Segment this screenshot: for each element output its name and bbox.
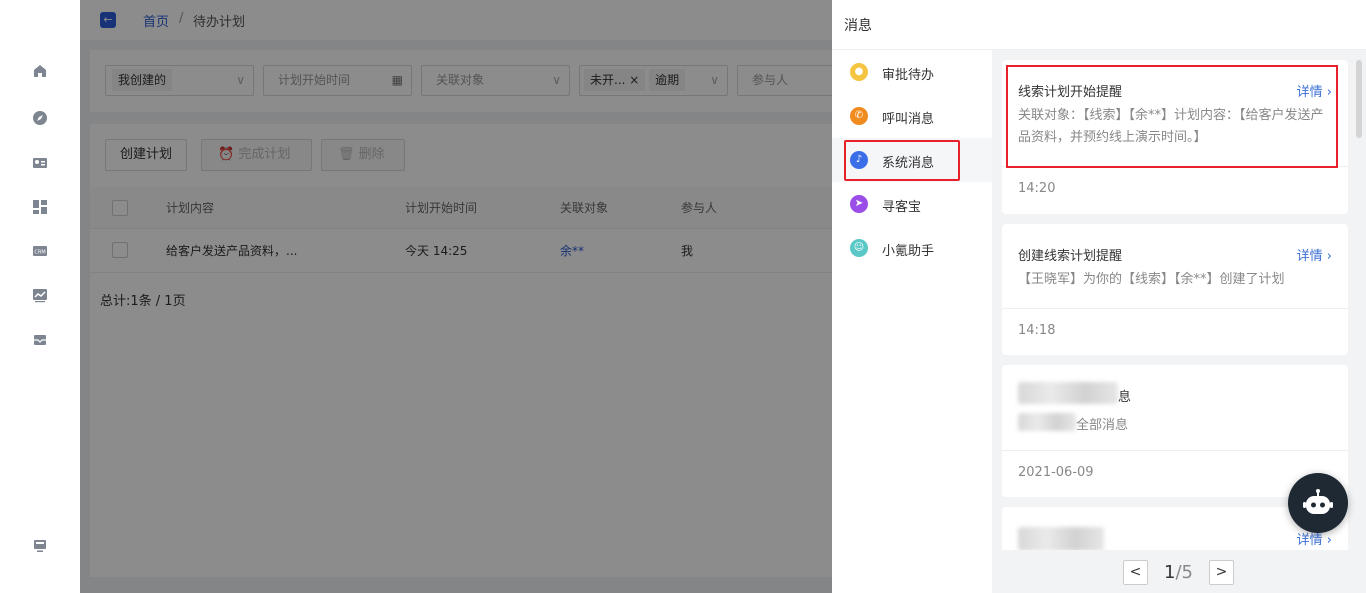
monitor-icon[interactable]	[32, 538, 48, 554]
breadcrumb-separator: /	[179, 11, 184, 26]
contact-card-icon[interactable]	[32, 155, 48, 171]
chart-icon[interactable]	[32, 287, 48, 303]
participants-placeholder: 参与人	[752, 73, 789, 87]
status-tag-not-started: 未开... ×	[584, 69, 646, 91]
delete-button[interactable]: 🗑 删除	[321, 139, 405, 171]
top-bar: ← 首页 / 待办计划	[80, 0, 832, 40]
back-arrow-icon[interactable]: ←	[100, 12, 116, 28]
compass-icon: ➤	[850, 195, 868, 213]
select-all-checkbox[interactable]	[112, 200, 128, 216]
alarm-clock-icon: ⏰	[218, 147, 235, 162]
left-nav: CRM	[0, 0, 80, 593]
svg-text:CRM: CRM	[34, 250, 45, 256]
page-indicator: 1/5	[1164, 562, 1193, 583]
create-plan-button[interactable]: 创建计划	[105, 139, 188, 171]
header-participants: 参与人	[681, 201, 718, 215]
table-total: 总计:1条 / 1页	[100, 294, 186, 309]
prev-page-button[interactable]: <	[1123, 560, 1148, 585]
row-content[interactable]: 给客户发送产品资料，...	[166, 229, 297, 273]
category-approval[interactable]: ● 审批待办	[832, 50, 992, 94]
message-card[interactable]: 息 全部消息 2021-06-09	[1002, 365, 1348, 497]
filter-bar: 我创建的 ∨ 计划开始时间 ▦ 关联对象 ∨ 未开... × 逾期 ∨ 参与人	[90, 50, 832, 112]
plan-list-panel: 创建计划 ⏰ 完成计划 🗑 删除 计划内容 计划开始时间 关联对象 参与人 给客…	[90, 124, 832, 577]
row-start-time: 今天 14:25	[405, 244, 468, 258]
robot-assistant-button[interactable]	[1288, 473, 1348, 533]
row-related-link[interactable]: 余**	[560, 229, 584, 273]
message-title-suffix: 息	[1118, 390, 1132, 405]
category-xunkebao[interactable]: ➤ 寻客宝	[832, 182, 992, 226]
row-checkbox[interactable]	[112, 242, 128, 258]
start-time-picker[interactable]: 计划开始时间 ▦	[263, 65, 412, 96]
home-icon[interactable]	[32, 63, 48, 79]
robot-icon: ☺	[850, 239, 868, 257]
related-object-placeholder: 关联对象	[436, 73, 485, 87]
close-icon[interactable]: ×	[629, 73, 639, 87]
table-header: 计划内容 计划开始时间 关联对象 参与人	[90, 187, 832, 229]
trash-icon: 🗑	[338, 147, 355, 162]
participants-select[interactable]: 参与人	[737, 65, 832, 96]
pagination: < 1/5 >	[992, 550, 1366, 593]
header-start-time: 计划开始时间	[405, 201, 478, 215]
calendar-icon: ▦	[391, 73, 403, 87]
chevron-down-icon: ∨	[710, 73, 719, 87]
blurred-text	[1018, 413, 1076, 431]
start-time-placeholder: 计划开始时间	[278, 73, 351, 87]
creator-select-value: 我创建的	[112, 69, 173, 91]
row-participant: 我	[681, 244, 694, 258]
crm-icon[interactable]: CRM	[32, 243, 48, 259]
message-title: 创建线索计划提醒	[1018, 249, 1123, 264]
blurred-text	[1018, 382, 1118, 404]
mail-icon[interactable]	[32, 332, 48, 348]
scrollbar[interactable]	[1356, 60, 1362, 138]
detail-link[interactable]: 详情 ›	[1297, 245, 1332, 264]
category-assistant[interactable]: ☺ 小氪助手	[832, 226, 992, 270]
message-categories: ● 审批待办 ✆ 呼叫消息 ♪ 系统消息 ➤ 寻客宝 ☺ 小氪助手	[832, 50, 992, 593]
message-drawer: 消息 ● 审批待办 ✆ 呼叫消息 ♪ 系统消息 ➤ 寻客宝 ☺ 小氪助手 线索计…	[832, 0, 1366, 593]
chevron-down-icon: ∨	[552, 73, 561, 87]
table-row[interactable]: 给客户发送产品资料，... 今天 14:25 余** 我	[90, 229, 832, 273]
drawer-title: 消息	[844, 18, 872, 34]
phone-icon: ✆	[850, 107, 868, 125]
dashboard-icon[interactable]	[32, 199, 48, 215]
header-related: 关联对象	[560, 201, 609, 215]
highlight-box	[1006, 65, 1338, 168]
divider	[1002, 450, 1348, 451]
chevron-down-icon: ∨	[236, 73, 245, 87]
highlight-box	[844, 140, 960, 181]
status-tag-overdue: 逾期	[649, 69, 686, 91]
blurred-text	[1018, 527, 1104, 551]
complete-plan-button[interactable]: ⏰ 完成计划	[201, 139, 312, 171]
category-call[interactable]: ✆ 呼叫消息	[832, 94, 992, 138]
creator-select[interactable]: 我创建的 ∨	[105, 65, 254, 96]
breadcrumb-home[interactable]: 首页	[143, 11, 169, 30]
message-time: 14:20	[1018, 181, 1056, 196]
message-body-suffix: 全部消息	[1076, 418, 1129, 433]
compass-icon[interactable]	[32, 110, 48, 126]
header-content: 计划内容	[166, 201, 215, 215]
message-time: 2021-06-09	[1018, 465, 1094, 480]
message-time: 14:18	[1018, 323, 1056, 338]
user-icon: ●	[850, 63, 868, 81]
related-object-select[interactable]: 关联对象 ∨	[421, 65, 570, 96]
message-body: 【王晓军】为你的【线索】【余**】创建了计划	[1018, 272, 1285, 287]
message-card[interactable]: 线索计划开始提醒 详情 › 关联对象：【线索】【余**】计划内容：【给客户发送产…	[1002, 60, 1348, 214]
breadcrumb-current: 待办计划	[193, 15, 246, 30]
message-card[interactable]: 创建线索计划提醒 详情 › 【王晓军】为你的【线索】【余**】创建了计划 14:…	[1002, 224, 1348, 355]
robot-icon	[1303, 489, 1333, 514]
status-select[interactable]: 未开... × 逾期 ∨	[579, 65, 728, 96]
next-page-button[interactable]: >	[1209, 560, 1234, 585]
main-content: ← 首页 / 待办计划 我创建的 ∨ 计划开始时间 ▦ 关联对象 ∨ 未开...…	[80, 0, 832, 593]
divider	[1002, 308, 1348, 309]
